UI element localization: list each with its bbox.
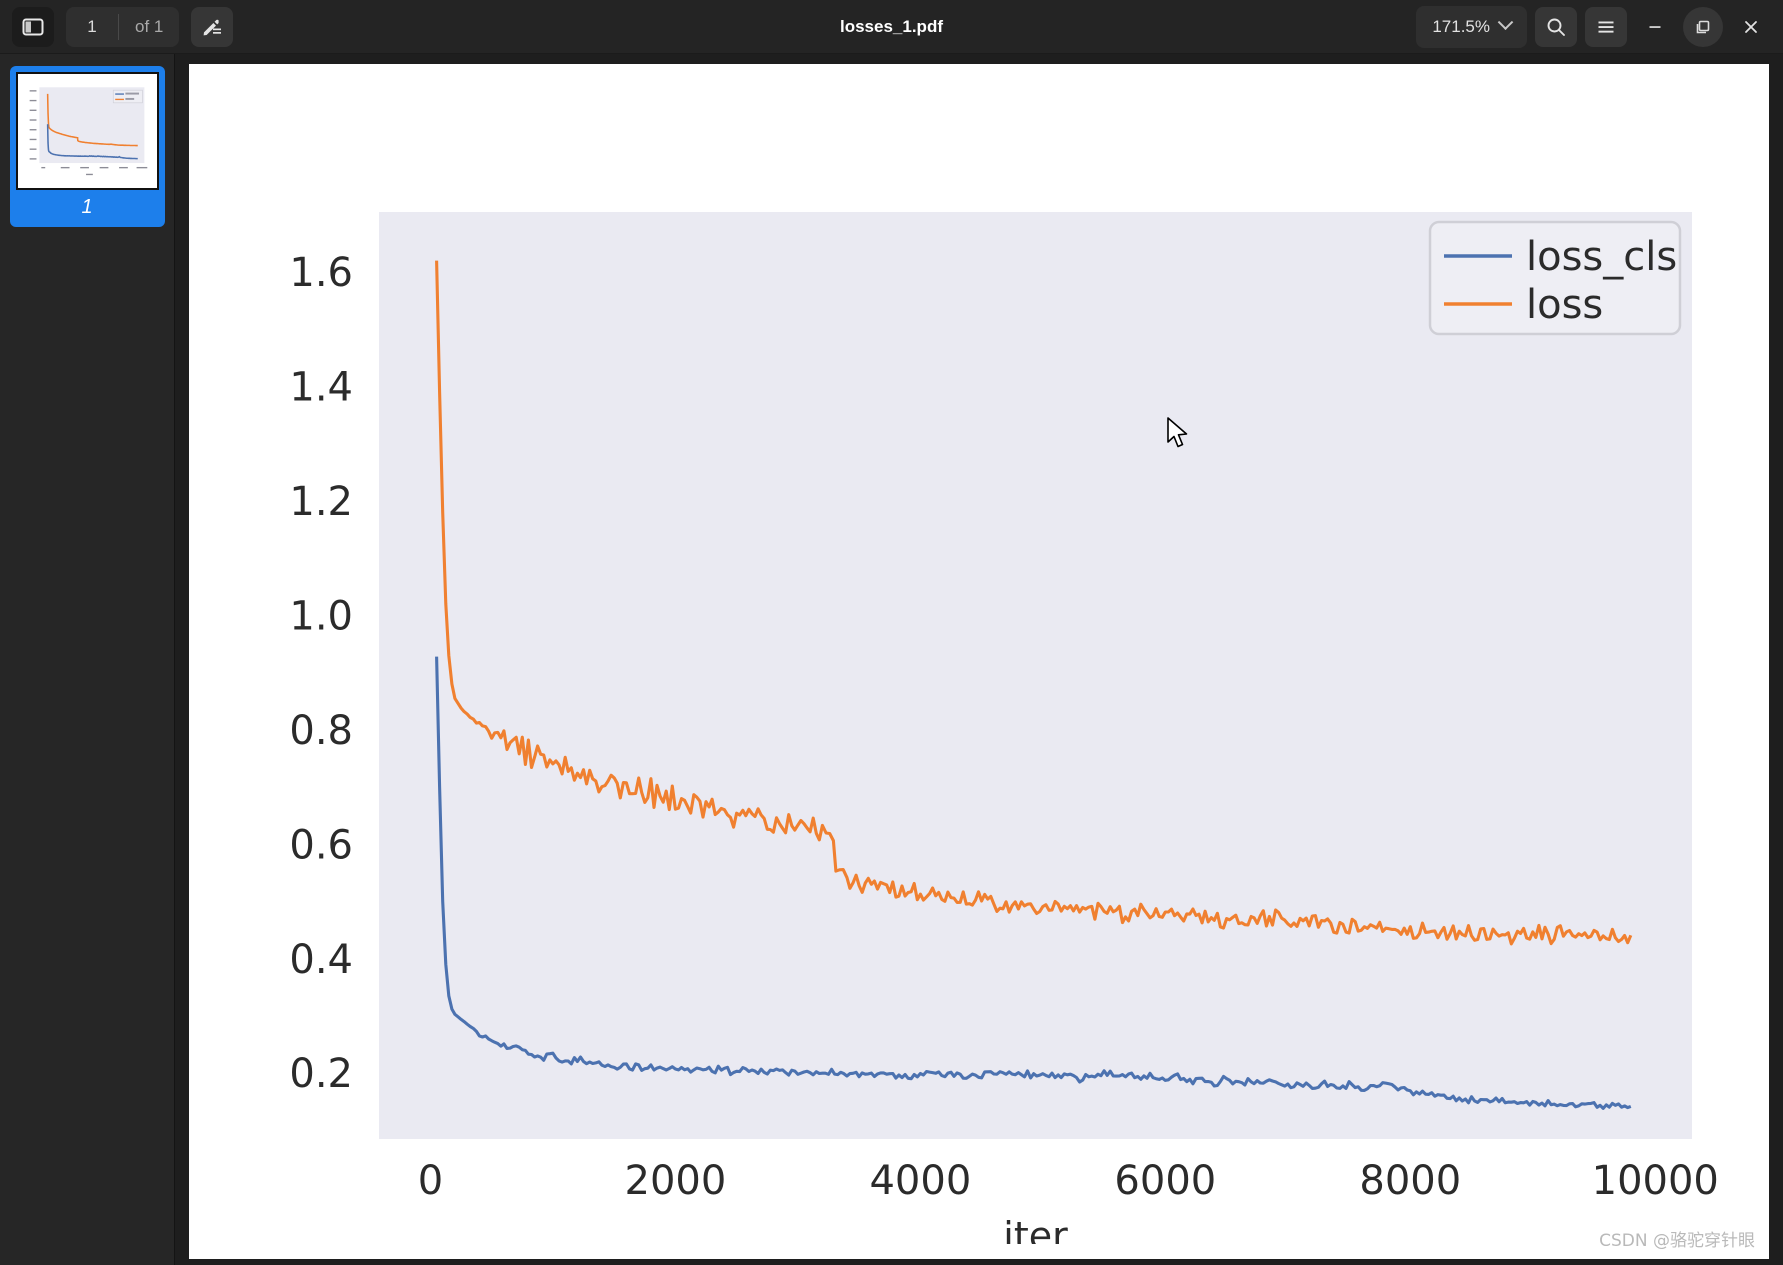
thumbnail-chart xyxy=(17,74,157,188)
toolbar-left-group: 1 of 1 xyxy=(12,6,234,47)
thumbnail-page-1[interactable]: 1 xyxy=(9,66,165,227)
csdn-watermark: CSDN @骆驼穿针眼 xyxy=(1599,1231,1755,1251)
loss-curve-chart: 0 2000 4000 6000 8000 10000 0.2 0.4 0.6 0.8 1.0 1.… xyxy=(189,64,1755,1244)
hamburger-menu-icon xyxy=(1598,21,1614,33)
chart-legend: loss_clsloss xyxy=(1428,220,1682,336)
pdf-viewer-window: 1 of 1 losses_1.pdf 171.5% 1 0 2000 4000… xyxy=(0,0,1783,1265)
chevron-down-icon xyxy=(1497,14,1514,31)
sidebar-toggle-button[interactable] xyxy=(12,6,54,47)
thumbnail-sidebar[interactable]: 1 xyxy=(0,54,175,1265)
page-total-label: of 1 xyxy=(135,16,164,36)
toolbar-right-group: 171.5% xyxy=(1416,5,1771,48)
x-tick-label: 0 xyxy=(418,1158,443,1204)
y-tick-label: 1.0 xyxy=(289,593,353,639)
zoom-level-value: 171.5% xyxy=(1432,16,1490,36)
thumbnail-page-label: 1 xyxy=(81,196,93,218)
thumbnail-preview xyxy=(15,72,159,190)
pencil-icon xyxy=(203,19,222,35)
viewer-body: 1 0 2000 4000 6000 8000 10000 0.2 0.4 0.6 0.8 1.0… xyxy=(0,54,1783,1265)
x-axis-label: iter xyxy=(1003,1214,1068,1244)
y-tick-label: 1.4 xyxy=(289,365,353,411)
minimize-icon xyxy=(1649,25,1661,28)
x-tick-label: 6000 xyxy=(1114,1158,1216,1204)
x-tick-label: 4000 xyxy=(869,1158,971,1204)
x-tick-label: 10000 xyxy=(1592,1158,1719,1204)
zoom-level-dropdown[interactable]: 171.5% xyxy=(1416,5,1527,48)
legend-label: loss xyxy=(1526,282,1603,328)
minimize-button[interactable] xyxy=(1635,7,1675,47)
y-tick-label: 0.2 xyxy=(289,1051,353,1097)
y-tick-label: 1.2 xyxy=(289,479,353,525)
y-tick-label: 0.4 xyxy=(289,937,353,983)
document-viewer[interactable]: 0 2000 4000 6000 8000 10000 0.2 0.4 0.6 0.8 1.0 1.… xyxy=(175,54,1783,1265)
plot-area xyxy=(379,212,1692,1139)
y-tick-label: 0.6 xyxy=(289,822,353,868)
y-tick-label: 0.8 xyxy=(289,708,353,754)
search-icon xyxy=(1547,18,1565,36)
maximize-icon xyxy=(1696,20,1710,33)
close-icon xyxy=(1745,20,1757,33)
pdf-page: 0 2000 4000 6000 8000 10000 0.2 0.4 0.6 0.8 1.0 1.… xyxy=(189,64,1769,1259)
legend-label: loss_cls xyxy=(1526,234,1677,280)
main-menu-button[interactable] xyxy=(1585,6,1627,47)
maximize-button[interactable] xyxy=(1683,6,1723,47)
page-number-input[interactable]: 1 xyxy=(66,7,118,47)
search-button[interactable] xyxy=(1535,6,1577,47)
page-indicator[interactable]: 1 of 1 xyxy=(66,6,180,47)
close-button[interactable] xyxy=(1731,7,1771,47)
x-tick-label: 8000 xyxy=(1359,1158,1461,1204)
y-tick-label: 1.6 xyxy=(289,250,353,296)
sidebar-icon xyxy=(22,18,44,35)
annotate-button[interactable] xyxy=(191,6,234,47)
x-tick-label: 2000 xyxy=(625,1158,727,1204)
title-bar: 1 of 1 losses_1.pdf 171.5% xyxy=(0,0,1783,54)
